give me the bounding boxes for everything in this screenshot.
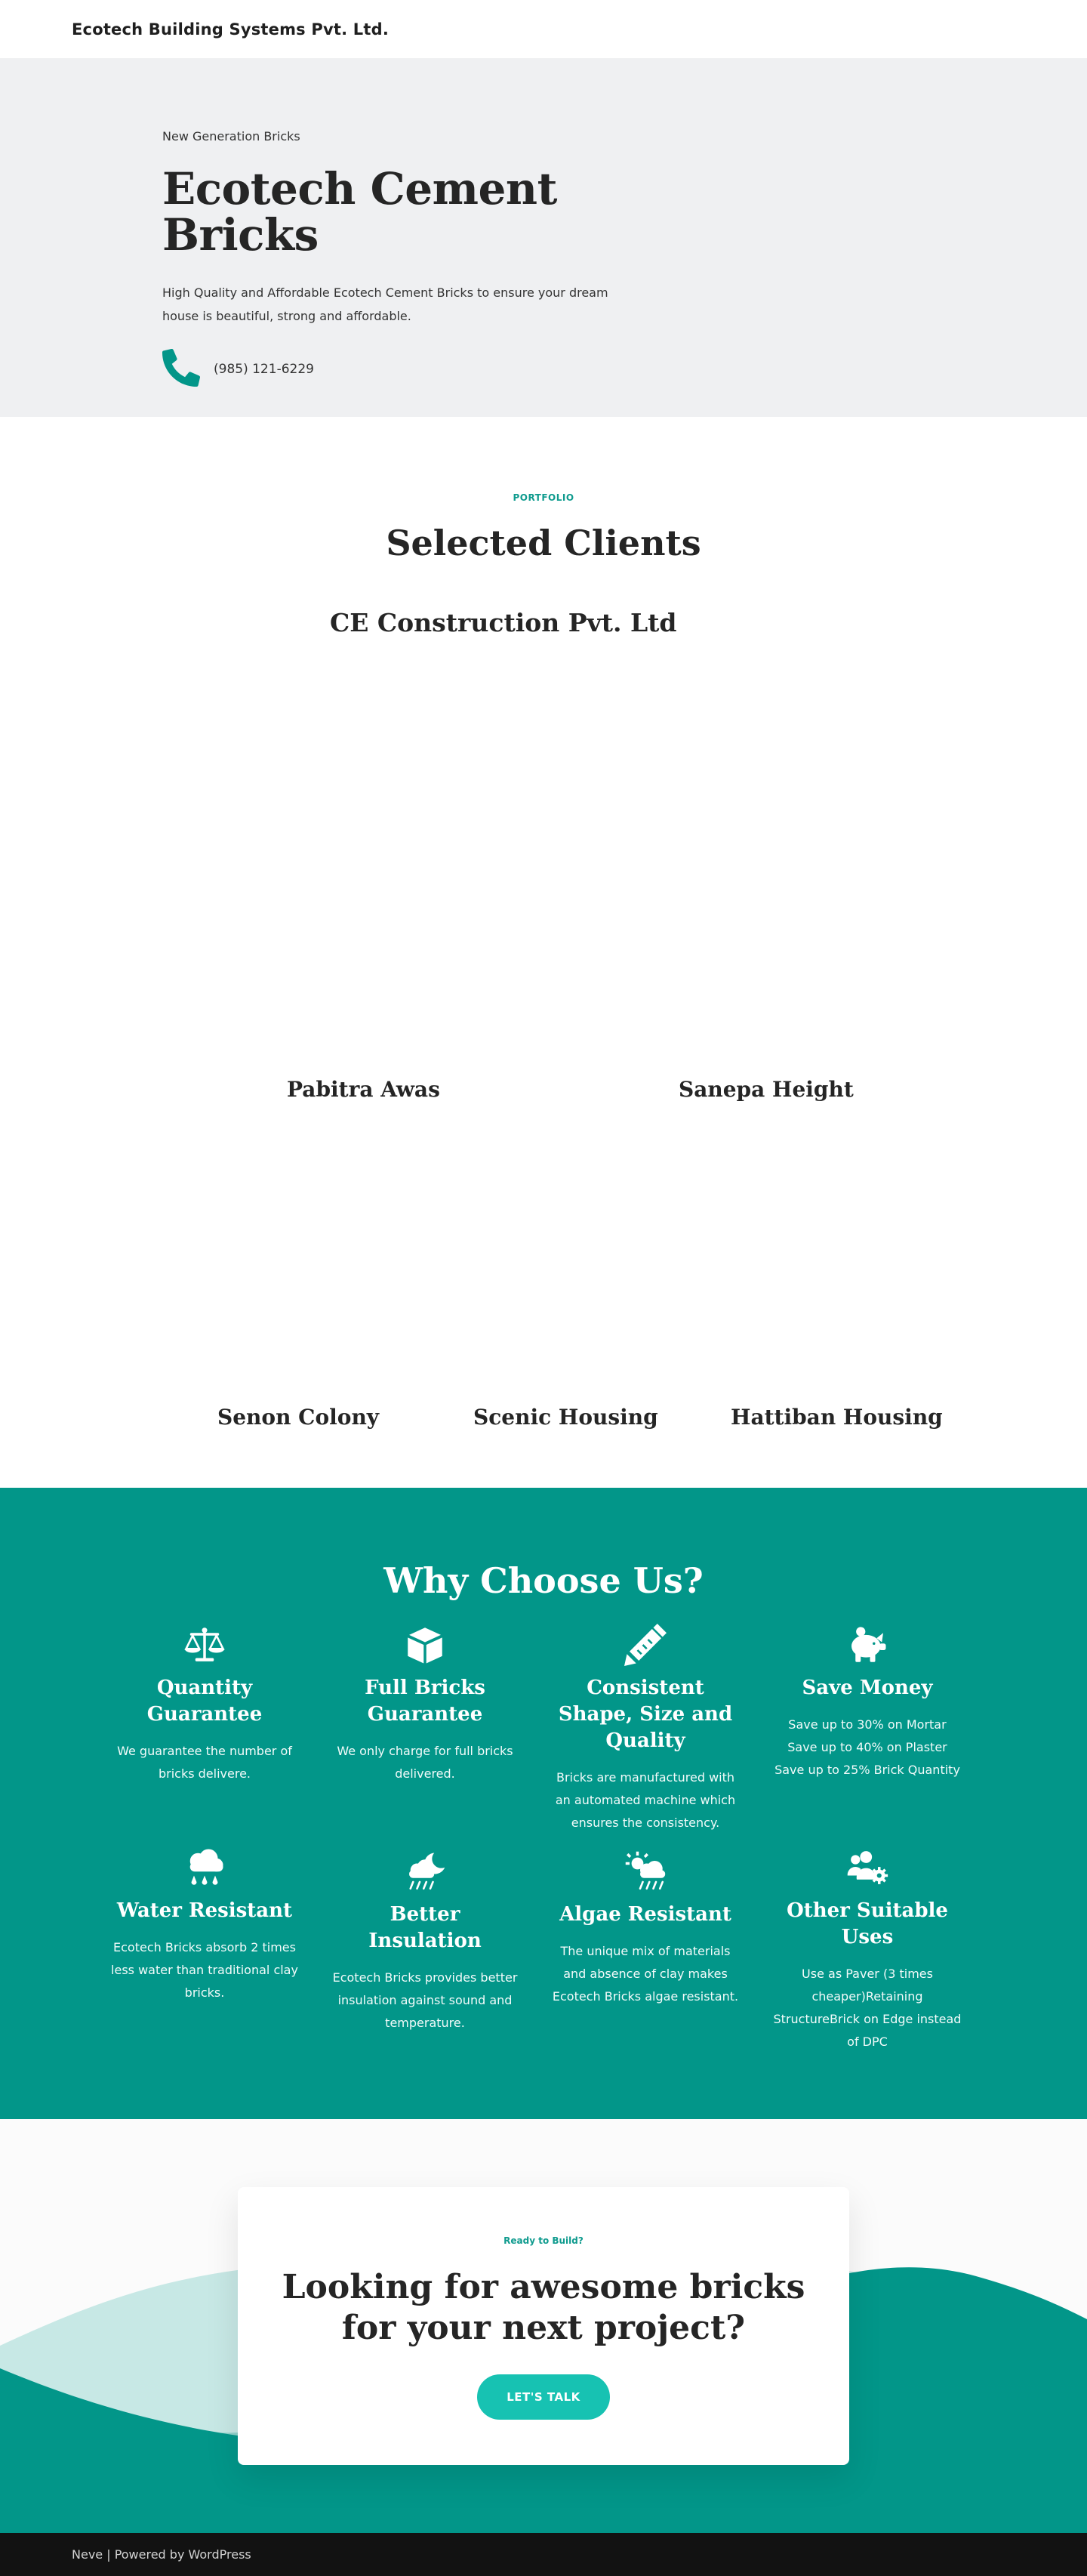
client-sanepa-height: Sanepa Height xyxy=(679,1077,854,1102)
phone-number[interactable]: (985) 121-6229 xyxy=(214,362,314,377)
client-senon-colony: Senon Colony xyxy=(217,1405,380,1430)
feature-title: Algae Resistant xyxy=(559,1903,731,1926)
site-title-link[interactable]: Ecotech Building Systems Pvt. Ltd. xyxy=(72,20,389,39)
cloud-rain-icon xyxy=(183,1846,226,1889)
footer-credit[interactable]: Neve | Powered by WordPress xyxy=(72,2547,251,2562)
cloud-sun-rain-icon xyxy=(624,1850,667,1893)
lets-talk-button[interactable]: LET'S TALK xyxy=(477,2374,610,2420)
pencil-ruler-icon xyxy=(624,1624,667,1666)
portfolio-kicker: PORTFOLIO xyxy=(513,492,574,503)
hero-phone: (985) 121-6229 xyxy=(162,348,645,390)
feature-desc: We only charge for full bricks delivered… xyxy=(337,1744,513,1781)
feature-desc: Use as Paver (3 times cheaper)Retaining … xyxy=(773,1967,962,2049)
feature-title: Water Resistant xyxy=(116,1899,293,1922)
feature-title: Other Suitable Uses xyxy=(787,1899,948,1948)
portfolio-section: PORTFOLIO Selected Clients CE Constructi… xyxy=(0,417,1087,1488)
why-title: Why Choose Us? xyxy=(383,1560,704,1601)
portfolio-title: Selected Clients xyxy=(386,523,701,563)
client-ce-construction: CE Construction Pvt. Ltd xyxy=(330,608,677,637)
feature-other-uses: Other Suitable Uses Use as Paver (3 time… xyxy=(773,1846,962,2053)
site-header: Ecotech Building Systems Pvt. Ltd. xyxy=(0,0,1087,58)
site-footer: Neve | Powered by WordPress xyxy=(0,2533,1087,2576)
why-choose-us-section: Why Choose Us? Quantity Guarantee We gua… xyxy=(0,1488,1087,2119)
feature-full-bricks: Full Bricks Guarantee We only charge for… xyxy=(331,1624,519,1785)
feature-water-resistant: Water Resistant Ecotech Bricks absorb 2 … xyxy=(110,1846,299,2004)
feature-desc: The unique mix of materials and absence … xyxy=(552,1944,739,2004)
users-cog-icon xyxy=(846,1846,888,1889)
feature-save-money: Save Money Save up to 30% on Mortar Save… xyxy=(773,1624,962,1782)
cta-kicker: Ready to Build? xyxy=(503,2235,584,2246)
feature-algae-resistant: Algae Resistant The unique mix of materi… xyxy=(551,1850,740,2008)
hero-content: New Generation Bricks Ecotech Cement Bri… xyxy=(162,129,645,390)
feature-title: Quantity Guarantee xyxy=(146,1677,263,1726)
feature-desc: Ecotech Bricks absorb 2 times less water… xyxy=(111,1940,298,2000)
client-pabitra-awas: Pabitra Awas xyxy=(287,1077,440,1102)
hero-kicker: New Generation Bricks xyxy=(162,129,300,143)
feature-desc: Ecotech Bricks provides better insulatio… xyxy=(332,1970,518,2030)
cta-section: Ready to Build? Looking for awesome bric… xyxy=(0,2119,1087,2533)
balance-scale-icon xyxy=(183,1624,226,1666)
cta-title-line1: Looking for awesome bricks xyxy=(282,2268,805,2306)
hero-description: High Quality and Affordable Ecotech Ceme… xyxy=(162,285,608,323)
client-hattiban-housing: Hattiban Housing xyxy=(731,1405,943,1430)
client-scenic-housing: Scenic Housing xyxy=(473,1405,658,1430)
feature-quantity-guarantee: Quantity Guarantee We guarantee the numb… xyxy=(110,1624,299,1785)
cta-title: Looking for awesome bricks for your next… xyxy=(238,2267,849,2349)
piggy-bank-icon xyxy=(846,1624,888,1666)
feature-title: Save Money xyxy=(802,1677,933,1699)
feature-desc: Bricks are manufactured with an automate… xyxy=(555,1770,736,1830)
feature-better-insulation: Better Insulation Ecotech Bricks provide… xyxy=(331,1850,519,2035)
feature-consistent-shape: Consistent Shape, Size and Quality Brick… xyxy=(551,1624,740,1834)
feature-title: Full Bricks Guarantee xyxy=(365,1677,485,1726)
cube-icon xyxy=(404,1624,446,1666)
hero-title: Ecotech Cement Bricks xyxy=(162,163,557,261)
hero-section: New Generation Bricks Ecotech Cement Bri… xyxy=(0,58,1087,417)
cloud-moon-rain-icon xyxy=(404,1850,446,1893)
cta-card: Ready to Build? Looking for awesome bric… xyxy=(238,2187,849,2465)
feature-desc: Save up to 30% on Mortar Save up to 40% … xyxy=(774,1717,960,1777)
cta-title-line2: for your next project? xyxy=(341,2309,746,2347)
feature-title: Consistent Shape, Size and Quality xyxy=(558,1677,733,1752)
phone-icon xyxy=(162,348,200,390)
feature-title: Better Insulation xyxy=(368,1903,482,1952)
feature-desc: We guarantee the number of bricks delive… xyxy=(117,1744,292,1781)
